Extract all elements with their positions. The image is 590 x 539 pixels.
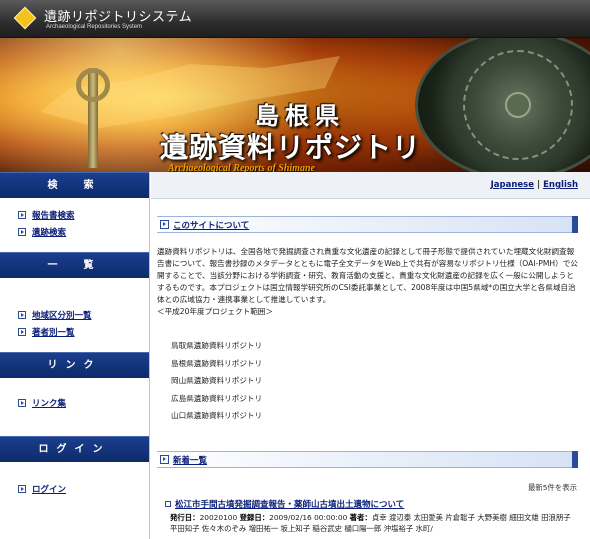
arrow-bullet-icon (18, 484, 26, 493)
news-item-details: 発行日：20020100 登録日：2009/02/16 00:00:00 著者：… (170, 512, 578, 534)
sidebar-section-list: 地域区分別一覧 著者別一覧 (0, 278, 149, 352)
repository-item: 広島県遺跡資料リポジトリ (171, 393, 263, 403)
registered-date-label: 登録日： (239, 513, 270, 522)
repository-item: 島根県遺跡資料リポジトリ (171, 358, 263, 368)
sidebar-link-link-collection[interactable]: リンク集 (18, 394, 149, 411)
bronze-mirror-image (415, 38, 590, 172)
banner-title: 遺跡資料リポジトリ (160, 131, 422, 164)
hero-banner: 島根県 遺跡資料リポジトリ Archaeological Reports of … (0, 38, 590, 172)
arrow-bullet-icon (160, 220, 169, 229)
news-section-header: 新着一覧 (157, 451, 578, 468)
language-bar: Japanese | English (151, 172, 590, 199)
sidebar-section-links: リンク集 (0, 378, 149, 436)
english-link[interactable]: English (543, 180, 578, 190)
about-text: 遺跡資料リポジトリは、全国各地で発掘調査され貴重な文化遺産の記録として冊子形態で… (157, 246, 579, 318)
site-title[interactable]: 遺跡リポジトリシステム (44, 6, 192, 25)
japanese-link[interactable]: Japanese (491, 180, 534, 190)
site-subtitle: Archaeological Repositories System (46, 24, 143, 30)
sidebar-link-author-list[interactable]: 著者別一覧 (18, 323, 149, 340)
repository-item: 鳥取県遺跡資料リポジトリ (171, 341, 263, 350)
sidebar: 検 索 報告書検索 遺跡検索 一 覧 地域区分別一覧 著者別一覧 リンク リンク… (0, 172, 150, 539)
arrow-bullet-icon (18, 398, 26, 407)
about-note: ＜平成20年度プロジェクト範囲＞ (157, 307, 273, 316)
news-item-title[interactable]: 松江市手間古墳発掘調査報告・薬師山古墳出土遺物について (165, 498, 404, 510)
arrow-bullet-icon (160, 455, 169, 464)
about-heading[interactable]: このサイトについて (173, 219, 249, 231)
registered-date-value: 2009/02/16 00:00:00 (269, 513, 348, 522)
sidebar-heading-links: リンク (0, 352, 149, 378)
sidebar-section-login: ログイン (0, 462, 149, 505)
diamond-logo-icon (13, 6, 37, 30)
author-label: 著者： (349, 513, 372, 522)
repository-item: 岡山県遺跡資料リポジトリ (171, 376, 263, 385)
top-bar: 遺跡リポジトリシステム Archaeological Repositories … (0, 0, 590, 38)
about-section-header: このサイトについて (157, 216, 578, 233)
sidebar-heading-list: 一 覧 (0, 252, 149, 278)
sidebar-section-search: 報告書検索 遺跡検索 (0, 198, 149, 252)
issue-date-label: 発行日： (170, 513, 200, 522)
square-bullet-icon (165, 501, 171, 507)
sidebar-heading-search: 検 索 (0, 172, 149, 198)
sidebar-link-site-search[interactable]: 遺跡検索 (18, 223, 149, 240)
sidebar-link-login[interactable]: ログイン (18, 480, 149, 497)
arrow-bullet-icon (18, 210, 26, 219)
issue-date-value: 20020100 (199, 513, 238, 522)
sword-guard-image (76, 68, 110, 102)
arrow-bullet-icon (18, 327, 26, 336)
arrow-bullet-icon (18, 227, 26, 236)
banner-english-title: Archaeological Reports of Shimane (168, 163, 315, 172)
news-heading[interactable]: 新着一覧 (173, 454, 207, 466)
repository-list: 鳥取県遺跡資料リポジトリ 島根県遺跡資料リポジトリ 岡山県遺跡資料リポジトリ 広… (171, 340, 262, 428)
news-count-label: 最新5件を表示 (527, 483, 577, 492)
sidebar-link-report-search[interactable]: 報告書検索 (18, 206, 149, 223)
sidebar-link-region-list[interactable]: 地域区分別一覧 (18, 306, 149, 323)
repository-item: 山口県遺跡資料リポジトリ (171, 411, 263, 420)
arrow-bullet-icon (18, 310, 26, 319)
sidebar-heading-login: ログイン (0, 436, 149, 462)
lang-separator: | (537, 180, 541, 190)
about-body: 遺跡資料リポジトリは、全国各地で発掘調査され貴重な文化遺産の記録として冊子形態で… (157, 247, 578, 304)
